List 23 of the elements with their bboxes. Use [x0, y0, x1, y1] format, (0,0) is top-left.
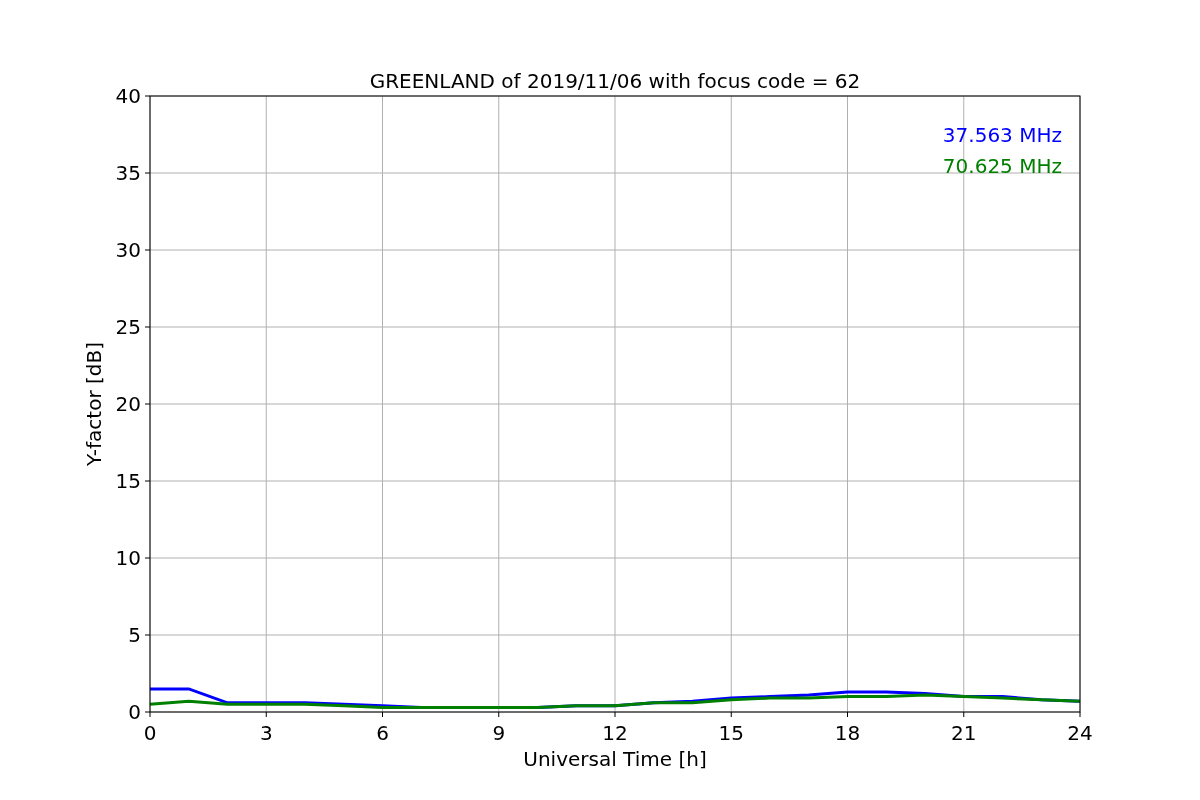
tick-label: 9: [492, 721, 506, 745]
tick-label: 30: [115, 238, 141, 262]
tick-label: 40: [115, 84, 141, 108]
tick-label: 35: [115, 161, 141, 185]
tick-label: 0: [143, 721, 157, 745]
legend-label: 70.625 MHz: [942, 154, 1062, 178]
chart-title: GREENLAND of 2019/11/06 with focus code = 62: [369, 69, 861, 93]
tick-label: 3: [259, 721, 273, 745]
tick-label: 15: [115, 469, 141, 493]
tick-label: 12: [602, 721, 628, 745]
tick-label: 24: [1067, 721, 1093, 745]
tick-label: 20: [115, 392, 141, 416]
tick-label: 6: [376, 721, 389, 745]
tick-label: 21: [951, 721, 977, 745]
axis-label: Universal Time [h]: [523, 747, 707, 771]
tick-label: 15: [718, 721, 744, 745]
axis-label: Y-factor [dB]: [82, 342, 106, 466]
tick-label: 0: [128, 700, 141, 724]
legend-label: 37.563 MHz: [942, 123, 1062, 147]
tick-label: 5: [128, 623, 141, 647]
tick-label: 18: [834, 721, 861, 745]
tick-label: 25: [115, 315, 141, 339]
tick-label: 10: [115, 546, 141, 570]
